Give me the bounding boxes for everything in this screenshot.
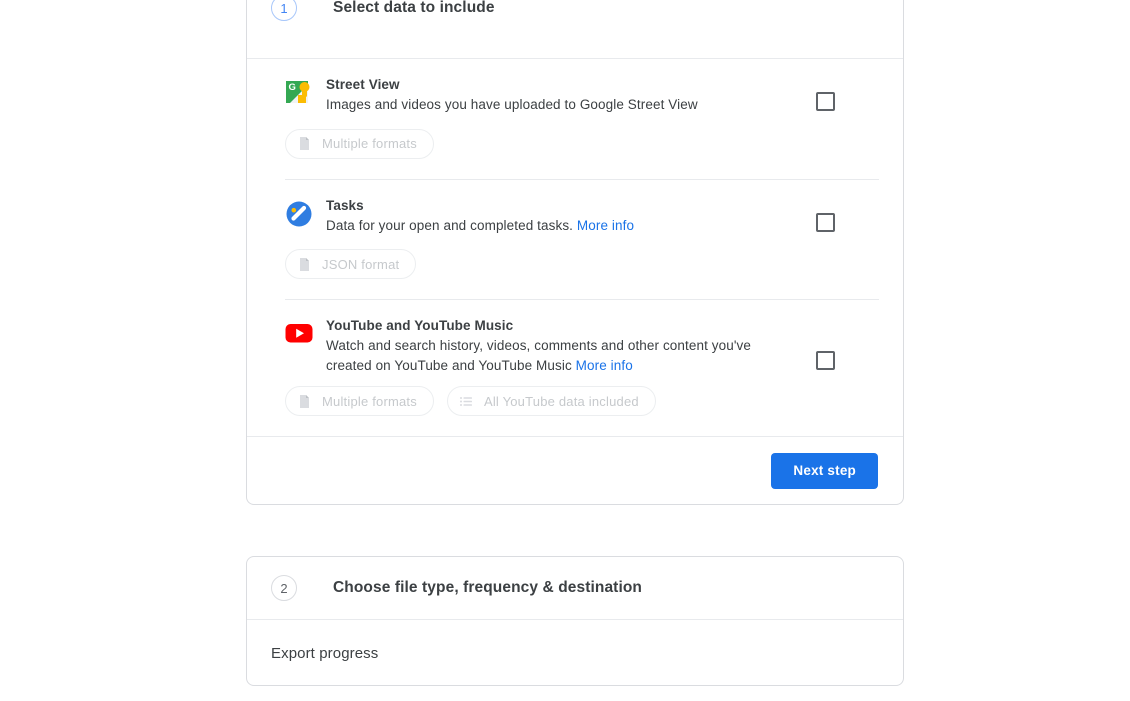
step-2-header[interactable]: 2 Choose file type, frequency & destinat… (247, 557, 903, 619)
service-name: YouTube and YouTube Music (326, 318, 514, 333)
document-icon (297, 394, 312, 409)
service-description: Watch and search history, videos, commen… (326, 336, 800, 375)
service-chips: JSON format (285, 249, 879, 299)
youtube-icon (285, 319, 313, 347)
more-info-link-youtube[interactable]: More info (576, 358, 633, 373)
export-progress-label: Export progress (271, 644, 379, 662)
service-description-text: Images and videos you have uploaded to G… (326, 97, 698, 112)
tasks-icon (285, 199, 313, 227)
list-icon (459, 394, 474, 409)
service-main: YouTube and YouTube Music Watch and sear… (271, 317, 879, 375)
service-text: Street View Images and videos you have u… (326, 76, 816, 115)
step-1-title: Select data to include (333, 0, 495, 16)
document-icon (297, 257, 312, 272)
chip-label: JSON format (322, 256, 400, 272)
step-1-footer: Next step (247, 437, 903, 504)
service-description: Data for your open and completed tasks. … (326, 216, 800, 236)
more-info-link-tasks[interactable]: More info (577, 218, 634, 233)
service-list: G Street View Images and videos you have… (247, 59, 903, 436)
step-2-number-badge: 2 (271, 575, 297, 601)
street-view-icon: G (285, 78, 313, 106)
takeout-page: 1 Select data to include G Street View I… (0, 0, 1130, 701)
service-description-text: Watch and search history, videos, commen… (326, 338, 751, 373)
chip-multiple-formats: Multiple formats (285, 128, 434, 159)
service-main: G Street View Images and videos you have… (271, 76, 879, 115)
step-2-title: Choose file type, frequency & destinatio… (333, 579, 642, 596)
service-checkbox-youtube[interactable] (816, 351, 835, 370)
service-row-street-view: G Street View Images and videos you have… (271, 59, 879, 180)
service-chips: Multiple formats (285, 386, 879, 436)
service-checkbox-tasks[interactable] (816, 212, 835, 232)
step-1-number-badge: 1 (271, 0, 297, 21)
service-text: YouTube and YouTube Music Watch and sear… (326, 317, 816, 375)
service-row-tasks: Tasks Data for your open and completed t… (271, 180, 879, 300)
svg-text:G: G (289, 82, 296, 93)
service-text: Tasks Data for your open and completed t… (326, 197, 816, 236)
step-1-card: 1 Select data to include G Street View I… (246, 0, 904, 505)
chip-all-youtube-data-included: All YouTube data included (446, 386, 656, 416)
service-name: Street View (326, 77, 400, 92)
step-2-card[interactable]: 2 Choose file type, frequency & destinat… (246, 556, 904, 686)
service-row-youtube: YouTube and YouTube Music Watch and sear… (271, 300, 879, 436)
chip-label: Multiple formats (322, 136, 417, 151)
chip-json-format: JSON format (285, 249, 417, 279)
chip-multiple-formats: Multiple formats (285, 386, 434, 416)
service-chips: Multiple formats (285, 128, 879, 179)
step-1-header: 1 Select data to include (247, 0, 903, 58)
service-description: Images and videos you have uploaded to G… (326, 95, 800, 115)
document-icon (297, 136, 312, 151)
service-checkbox-street-view[interactable] (816, 92, 835, 111)
chip-label: All YouTube data included (483, 393, 639, 409)
service-name: Tasks (326, 197, 364, 213)
service-main: Tasks Data for your open and completed t… (271, 197, 879, 236)
chip-label: Multiple formats (322, 393, 417, 409)
export-progress-row: Export progress (247, 620, 903, 686)
next-step-button[interactable]: Next step (771, 452, 878, 489)
service-description-text: Data for your open and completed tasks. (326, 217, 577, 233)
